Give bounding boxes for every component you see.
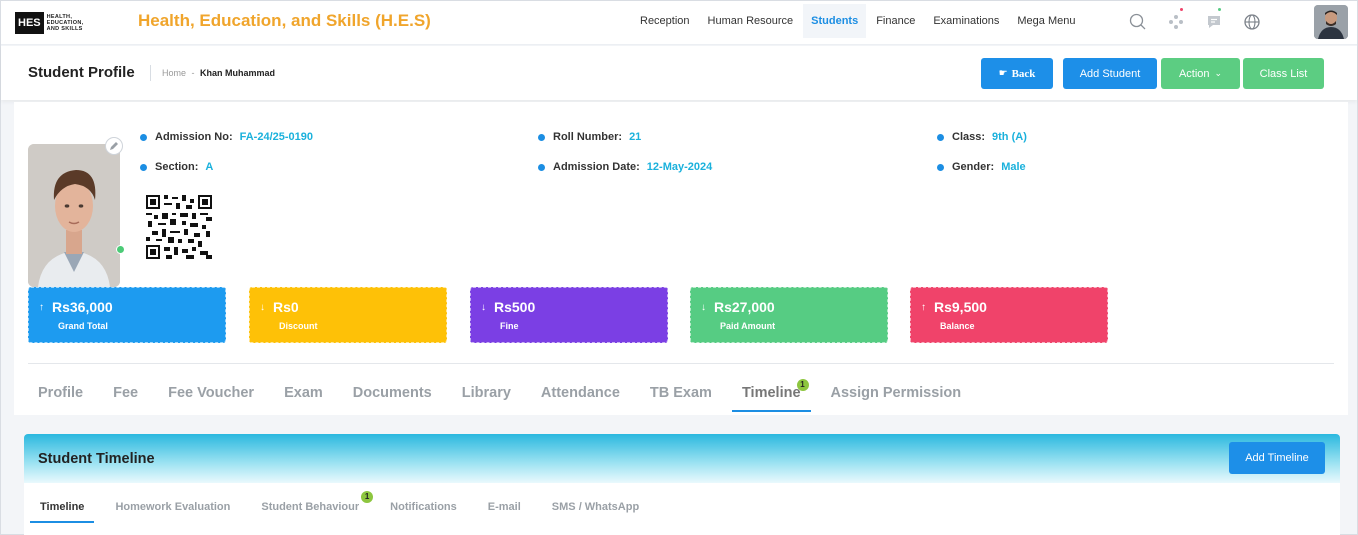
tab-exam[interactable]: Exam [274, 372, 333, 412]
top-navbar: HES HEALTH, EDUCATION, AND SKILLS Health… [1, 1, 1357, 45]
stat-fine: ↓ Rs500 Fine [470, 287, 668, 343]
add-student-button[interactable]: Add Student [1063, 58, 1157, 89]
app-logo[interactable]: HES HEALTH, EDUCATION, AND SKILLS [15, 10, 83, 36]
breadcrumb: Home - Khan Muhammad [162, 68, 275, 78]
arrow-down-icon: ↓ [481, 301, 486, 313]
nav-icons [1123, 8, 1275, 36]
add-timeline-button[interactable]: Add Timeline [1229, 442, 1325, 474]
breadcrumb-divider [150, 65, 151, 81]
arrow-up-icon: ↑ [39, 301, 44, 313]
tab-documents[interactable]: Documents [343, 372, 442, 412]
student-photo [28, 144, 120, 287]
logo-text: HEALTH, EDUCATION, AND SKILLS [46, 14, 84, 32]
arrow-down-icon: ↓ [260, 301, 265, 313]
subtab-student-behaviour[interactable]: Student Behaviour 1 [251, 491, 374, 523]
timeline-header: Student Timeline Add Timeline [24, 434, 1340, 483]
chevron-down-icon: ⌄ [1214, 68, 1223, 78]
subtab-email[interactable]: E-mail [478, 494, 531, 523]
class-list-button[interactable]: Class List [1243, 58, 1324, 89]
nav-item-examinations[interactable]: Examinations [925, 4, 1007, 38]
tab-library[interactable]: Library [452, 372, 521, 412]
qr-code [146, 195, 212, 259]
pencil-icon [110, 142, 118, 150]
timeline-title: Student Timeline [38, 451, 155, 467]
timeline-subtabs: Timeline Homework Evaluation Student Beh… [30, 491, 660, 523]
logo-mark: HES [15, 12, 44, 34]
apps-icon[interactable] [1161, 8, 1191, 36]
arrow-down-icon: ↓ [701, 301, 706, 313]
profile-tabs: Profile Fee Fee Voucher Exam Documents L… [28, 372, 971, 412]
roll-number-field: Roll Number: 21 [538, 131, 641, 143]
breadcrumb-separator: - [191, 68, 195, 78]
tab-tb-exam[interactable]: TB Exam [640, 372, 722, 412]
arrow-up-icon: ↑ [921, 301, 926, 313]
gender-field: Gender: Male [937, 161, 1026, 173]
nav-item-mega-menu[interactable]: Mega Menu [1009, 4, 1083, 38]
admission-no-field: Admission No: FA-24/25-0190 [140, 131, 313, 143]
tab-timeline[interactable]: Timeline 1 [731, 372, 811, 412]
stat-grand-total: ↑ Rs36,000 Grand Total [28, 287, 226, 343]
subtab-sms-whatsapp[interactable]: SMS / WhatsApp [542, 494, 649, 523]
nav-item-human-resource[interactable]: Human Resource [700, 4, 802, 38]
globe-icon[interactable] [1237, 8, 1267, 36]
nav-item-students[interactable]: Students [803, 4, 867, 38]
nav-item-finance[interactable]: Finance [868, 4, 923, 38]
tab-timeline-badge: 1 [796, 379, 809, 391]
student-profile-card: Admission No: FA-24/25-0190 Roll Number:… [14, 102, 1348, 415]
page-subheader: Student Profile Home - Khan Muhammad ☛ B… [1, 46, 1357, 100]
app-title: Health, Education, and Skills (H.E.S) [138, 11, 431, 30]
subtab-behaviour-badge: 1 [361, 491, 374, 503]
tab-fee[interactable]: Fee [103, 372, 148, 412]
search-icon[interactable] [1123, 8, 1153, 36]
breadcrumb-home[interactable]: Home [162, 68, 186, 78]
back-hand-icon: ☛ [998, 68, 1008, 79]
student-timeline-panel: Student Timeline Add Timeline Timeline H… [24, 434, 1340, 535]
subtab-timeline[interactable]: Timeline [30, 494, 95, 523]
subtab-notifications[interactable]: Notifications [380, 494, 467, 523]
chat-icon[interactable] [1199, 8, 1229, 36]
stat-balance: ↑ Rs9,500 Balance [910, 287, 1108, 343]
section-divider [28, 363, 1334, 364]
admission-date-field: Admission Date: 12-May-2024 [538, 161, 712, 173]
tab-profile[interactable]: Profile [28, 372, 93, 412]
main-nav: Reception Human Resource Students Financ… [631, 3, 1084, 39]
tab-assign-permission[interactable]: Assign Permission [821, 372, 972, 412]
action-dropdown-button[interactable]: Action ⌄ [1161, 58, 1240, 89]
page-title: Student Profile [28, 64, 135, 81]
user-avatar[interactable] [1314, 5, 1348, 39]
online-status-dot [116, 245, 125, 254]
nav-item-reception[interactable]: Reception [632, 4, 698, 38]
edit-photo-button[interactable] [105, 137, 123, 155]
class-field: Class: 9th (A) [937, 131, 1027, 143]
tab-attendance[interactable]: Attendance [531, 372, 630, 412]
subtab-homework-evaluation[interactable]: Homework Evaluation [105, 494, 240, 523]
stat-paid-amount: ↓ Rs27,000 Paid Amount [690, 287, 888, 343]
stat-discount: ↓ Rs0 Discount [249, 287, 447, 343]
tab-fee-voucher[interactable]: Fee Voucher [158, 372, 264, 412]
section-field: Section: A [140, 161, 213, 173]
breadcrumb-current: Khan Muhammad [200, 68, 276, 78]
notification-dot [1180, 8, 1183, 11]
back-button[interactable]: ☛ Back [981, 58, 1053, 89]
message-dot [1218, 8, 1221, 11]
